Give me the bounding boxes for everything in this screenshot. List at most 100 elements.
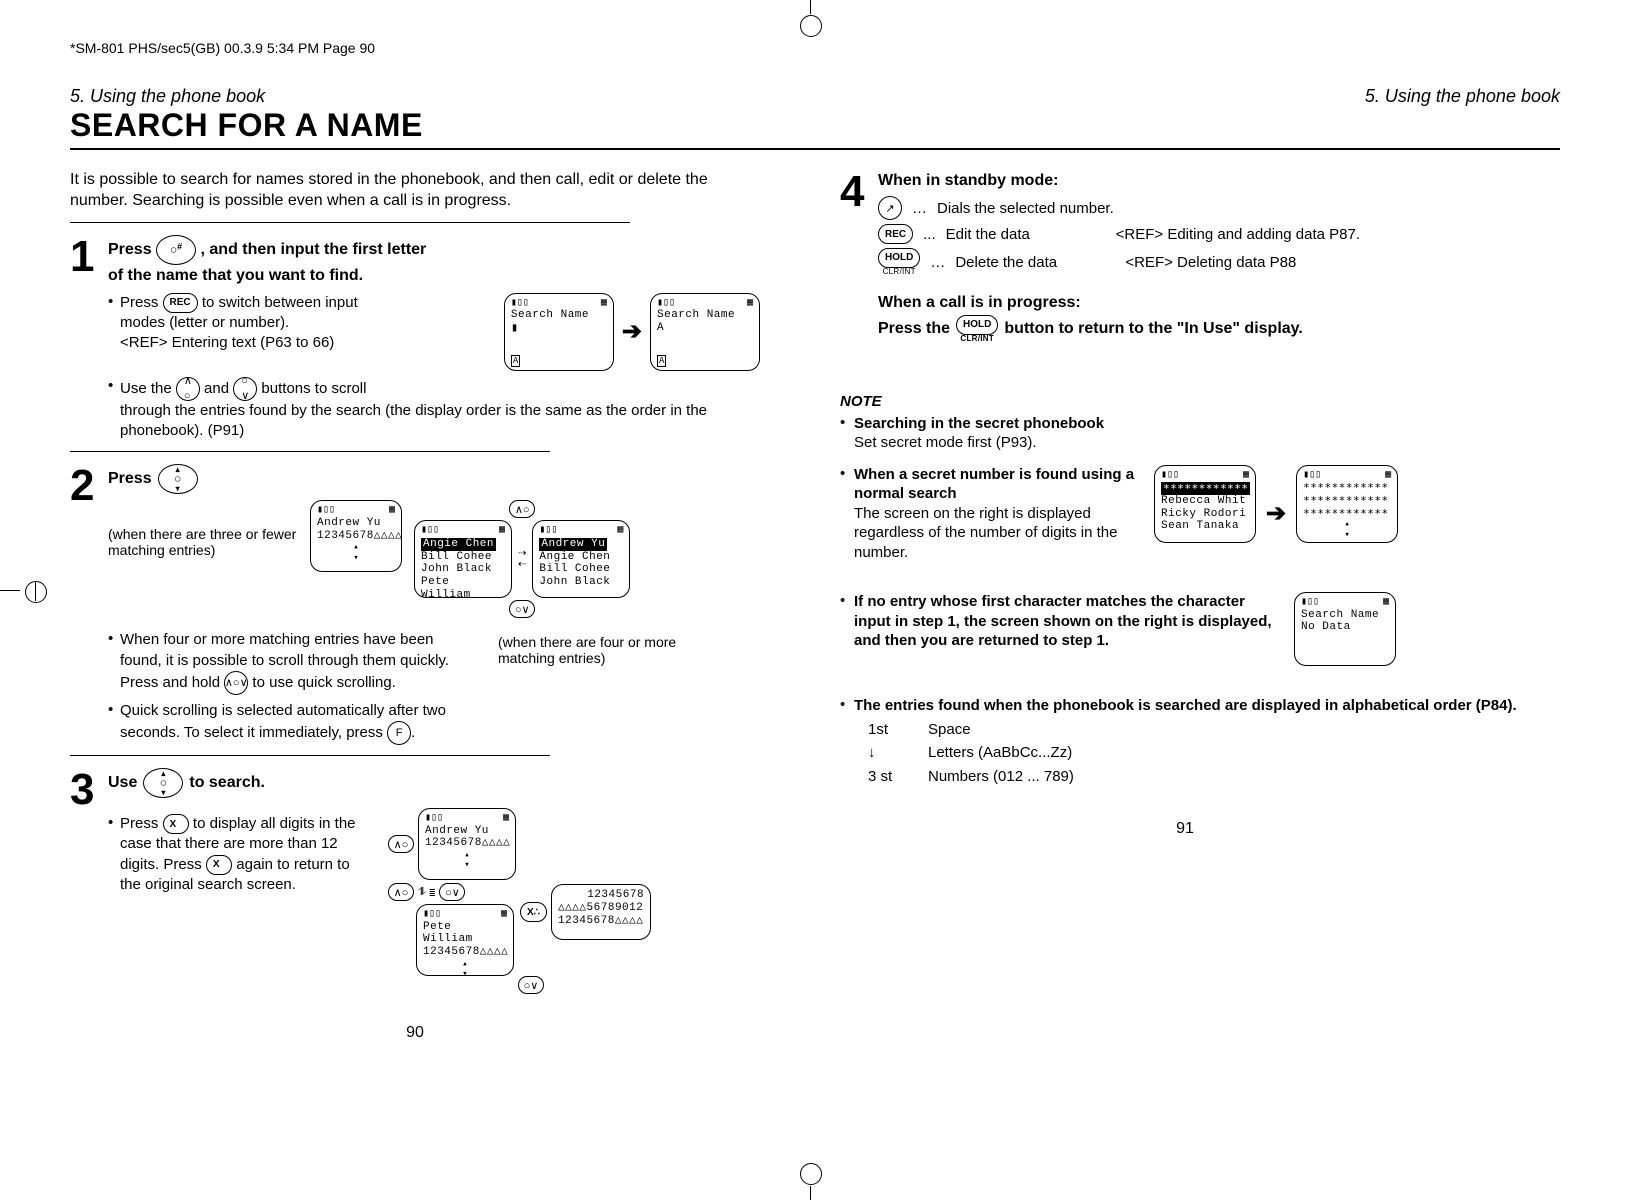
running-header: *SM-801 PHS/sec5(GB) 00.3.9 5:34 PM Page… bbox=[70, 40, 1560, 56]
n2s1-l2: Rebecca Whit bbox=[1161, 495, 1249, 508]
scroll-arrows-icon: ⇢⇠ bbox=[518, 548, 526, 570]
order-r3v: Numbers (012 ... 789) bbox=[928, 767, 1074, 787]
phone-screen-note2-a: ▮▯▯▦ ∗∗∗∗∗∗∗∗∗∗∗∗ Rebecca Whit Ricky Rod… bbox=[1154, 465, 1256, 543]
s2l2-1: Andrew Yu bbox=[539, 538, 607, 551]
up-button-icon: ∧○ bbox=[176, 377, 200, 401]
step-number-3: 3 bbox=[70, 768, 108, 994]
nav-hold-icon: ∧○∨ bbox=[224, 671, 248, 695]
step2-lead: Press bbox=[108, 468, 152, 490]
rec-button-icon: REC bbox=[163, 293, 198, 313]
step4-row2a: Edit the data bbox=[946, 226, 1106, 243]
note3: If no entry whose first character matche… bbox=[854, 592, 1274, 666]
order-r3k: 3 st bbox=[868, 767, 908, 787]
step1-bullet1c: modes (letter or number). bbox=[120, 314, 289, 331]
s2l1-4: Pete William bbox=[421, 576, 505, 601]
s2a-l1: Andrew Yu bbox=[317, 517, 395, 530]
step1-bullet1a: Press bbox=[120, 294, 158, 311]
phone-screen-step2-single: ▮▯▯▦ Andrew Yu 12345678△△△△ ▴▾ bbox=[310, 500, 402, 572]
n3-l1: Search Name bbox=[1301, 609, 1389, 622]
order-r1v: Space bbox=[928, 720, 971, 740]
up-pill-icon: ∧○ bbox=[388, 835, 414, 853]
step1-bullet2a: Use the bbox=[120, 380, 172, 397]
phone-screen-note3: ▮▯▯▦ Search Name No Data bbox=[1294, 592, 1396, 666]
s3a-l2: 12345678△△△△ bbox=[425, 837, 509, 850]
step1-rule bbox=[70, 222, 630, 223]
step3-bullet1a: Press bbox=[120, 815, 158, 832]
step4-row3a: Delete the data bbox=[955, 254, 1115, 271]
hold-button-icon: HOLD CLR/INT bbox=[878, 248, 920, 276]
crop-mark-left bbox=[0, 590, 20, 611]
s3b-l2: 12345678△△△△ bbox=[423, 946, 507, 959]
right-column: 4 When in standby mode: ↗ … Dials the se… bbox=[840, 170, 1530, 1042]
step2-bullet2-end: . bbox=[411, 724, 415, 741]
section-header-right: 5. Using the phone book bbox=[1365, 86, 1560, 107]
phone-screen-step3-a: ▮▯▯▦ Andrew Yu 12345678△△△△ ▴▾ bbox=[418, 808, 516, 880]
step3-lead1: Use bbox=[108, 772, 137, 794]
step1-lead3: of the name that you want to find. bbox=[108, 267, 363, 284]
x-button-icon: X bbox=[206, 855, 232, 875]
intro-text: It is possible to search for names store… bbox=[70, 170, 760, 212]
nav-button-icon: ○# bbox=[156, 235, 196, 265]
crop-mark-bottom bbox=[810, 1180, 830, 1200]
f-button-icon: F bbox=[387, 721, 411, 745]
note2-t: The screen on the right is displayed reg… bbox=[854, 505, 1117, 561]
x-button-icon: X bbox=[163, 814, 189, 834]
step2-bullet1a: Press and hold bbox=[120, 674, 220, 691]
screen1-mode: A bbox=[511, 355, 520, 367]
down-pill-icon: ○∨ bbox=[509, 600, 535, 618]
step4-proga: Press the bbox=[878, 318, 950, 340]
step-2: 2 Press ▴○▾ (when there are three or few… bbox=[70, 464, 760, 745]
step1-bullet2c: buttons to scroll bbox=[261, 380, 366, 397]
s3a-l1: Andrew Yu bbox=[425, 825, 509, 838]
call-button-icon: ↗ bbox=[878, 196, 902, 220]
step-1: 1 Press ○# , and then input the first le… bbox=[70, 235, 760, 442]
phone-screen-step3-b: ▮▯▯▦ Pete William 12345678△△△△ ▴▾ bbox=[416, 904, 514, 976]
s2l1-3: John Black bbox=[421, 563, 505, 576]
n2s1-l4: Sean Tanaka bbox=[1161, 520, 1249, 533]
step1-bullet2b: and bbox=[204, 380, 229, 397]
note2-h: When a secret number is found using a no… bbox=[854, 466, 1134, 503]
phone-screen-step3-ext: 12345678 △△△△56789012 12345678△△△△ bbox=[551, 884, 651, 940]
step3-rule bbox=[70, 755, 550, 756]
down-pill-icon: ○∨ bbox=[439, 883, 465, 901]
step4-row2b: <REF> Editing and adding data P87. bbox=[1116, 226, 1360, 243]
step1-bullet1b: to switch between input bbox=[202, 294, 358, 311]
note-title: NOTE bbox=[840, 393, 1530, 410]
note1-t: Set secret mode first (P93). bbox=[854, 434, 1037, 451]
step-number-4: 4 bbox=[840, 170, 878, 343]
page-number-right: 91 bbox=[840, 820, 1530, 838]
note4: The entries found when the phonebook is … bbox=[854, 697, 1517, 714]
note1-h: Searching in the secret phonebook bbox=[854, 415, 1104, 432]
screen1-title: Search Name bbox=[511, 309, 607, 322]
step1-ref1: <REF> Entering text (P63 to 66) bbox=[120, 333, 494, 353]
phone-screen-step2-list1: ▮▯▯▦ Angie Chen Bill Cohee John Black Pe… bbox=[414, 520, 512, 598]
step1-lead1: Press bbox=[108, 241, 152, 258]
step4-row1: Dials the selected number. bbox=[937, 200, 1114, 217]
step3-lead2: to search. bbox=[189, 772, 265, 794]
step1-lead2: , and then input the first letter bbox=[201, 241, 427, 258]
step4-head: When in standby mode: bbox=[878, 170, 1530, 192]
s2a-l2: 12345678△△△△ bbox=[317, 530, 395, 543]
up-pill-icon: ∧○ bbox=[509, 500, 535, 518]
crop-mark-top bbox=[810, 0, 830, 20]
rec-button-icon: REC bbox=[878, 224, 913, 244]
step4-prog-head: When a call is in progress: bbox=[878, 292, 1530, 314]
step2-sub1: (when there are three or fewer matching … bbox=[108, 526, 298, 558]
section-header-left: 5. Using the phone book bbox=[70, 86, 265, 107]
phone-screen-step2-list2: ▮▯▯▦ Andrew Yu Angie Chen Bill Cohee Joh… bbox=[532, 520, 630, 598]
order-r2k: ↓ bbox=[868, 743, 908, 763]
order-r2v: Letters (AaBbCc...Zz) bbox=[928, 743, 1072, 763]
step-4: 4 When in standby mode: ↗ … Dials the se… bbox=[840, 170, 1530, 343]
nav-button-icon: ▴○▾ bbox=[143, 768, 183, 798]
n2s2-l1: ∗∗∗∗∗∗∗∗∗∗∗∗ bbox=[1303, 481, 1391, 494]
n2s1-l1: ∗∗∗∗∗∗∗∗∗∗∗∗ bbox=[1161, 482, 1250, 495]
step2-sub2: (when there are four or more matching en… bbox=[498, 634, 698, 745]
down-pill-icon: ○∨ bbox=[518, 976, 544, 994]
title-rule bbox=[70, 148, 1560, 150]
arrow-right-icon: ➔ bbox=[622, 317, 642, 346]
order-r1k: 1st bbox=[868, 720, 908, 740]
step1-bullet2d: through the entries found by the search … bbox=[120, 402, 707, 439]
step2-bullet1b: to use quick scrolling. bbox=[252, 674, 395, 691]
screen2-mode: A bbox=[657, 355, 666, 367]
step-3: 3 Use ▴○▾ to search. • Press X bbox=[70, 768, 760, 994]
